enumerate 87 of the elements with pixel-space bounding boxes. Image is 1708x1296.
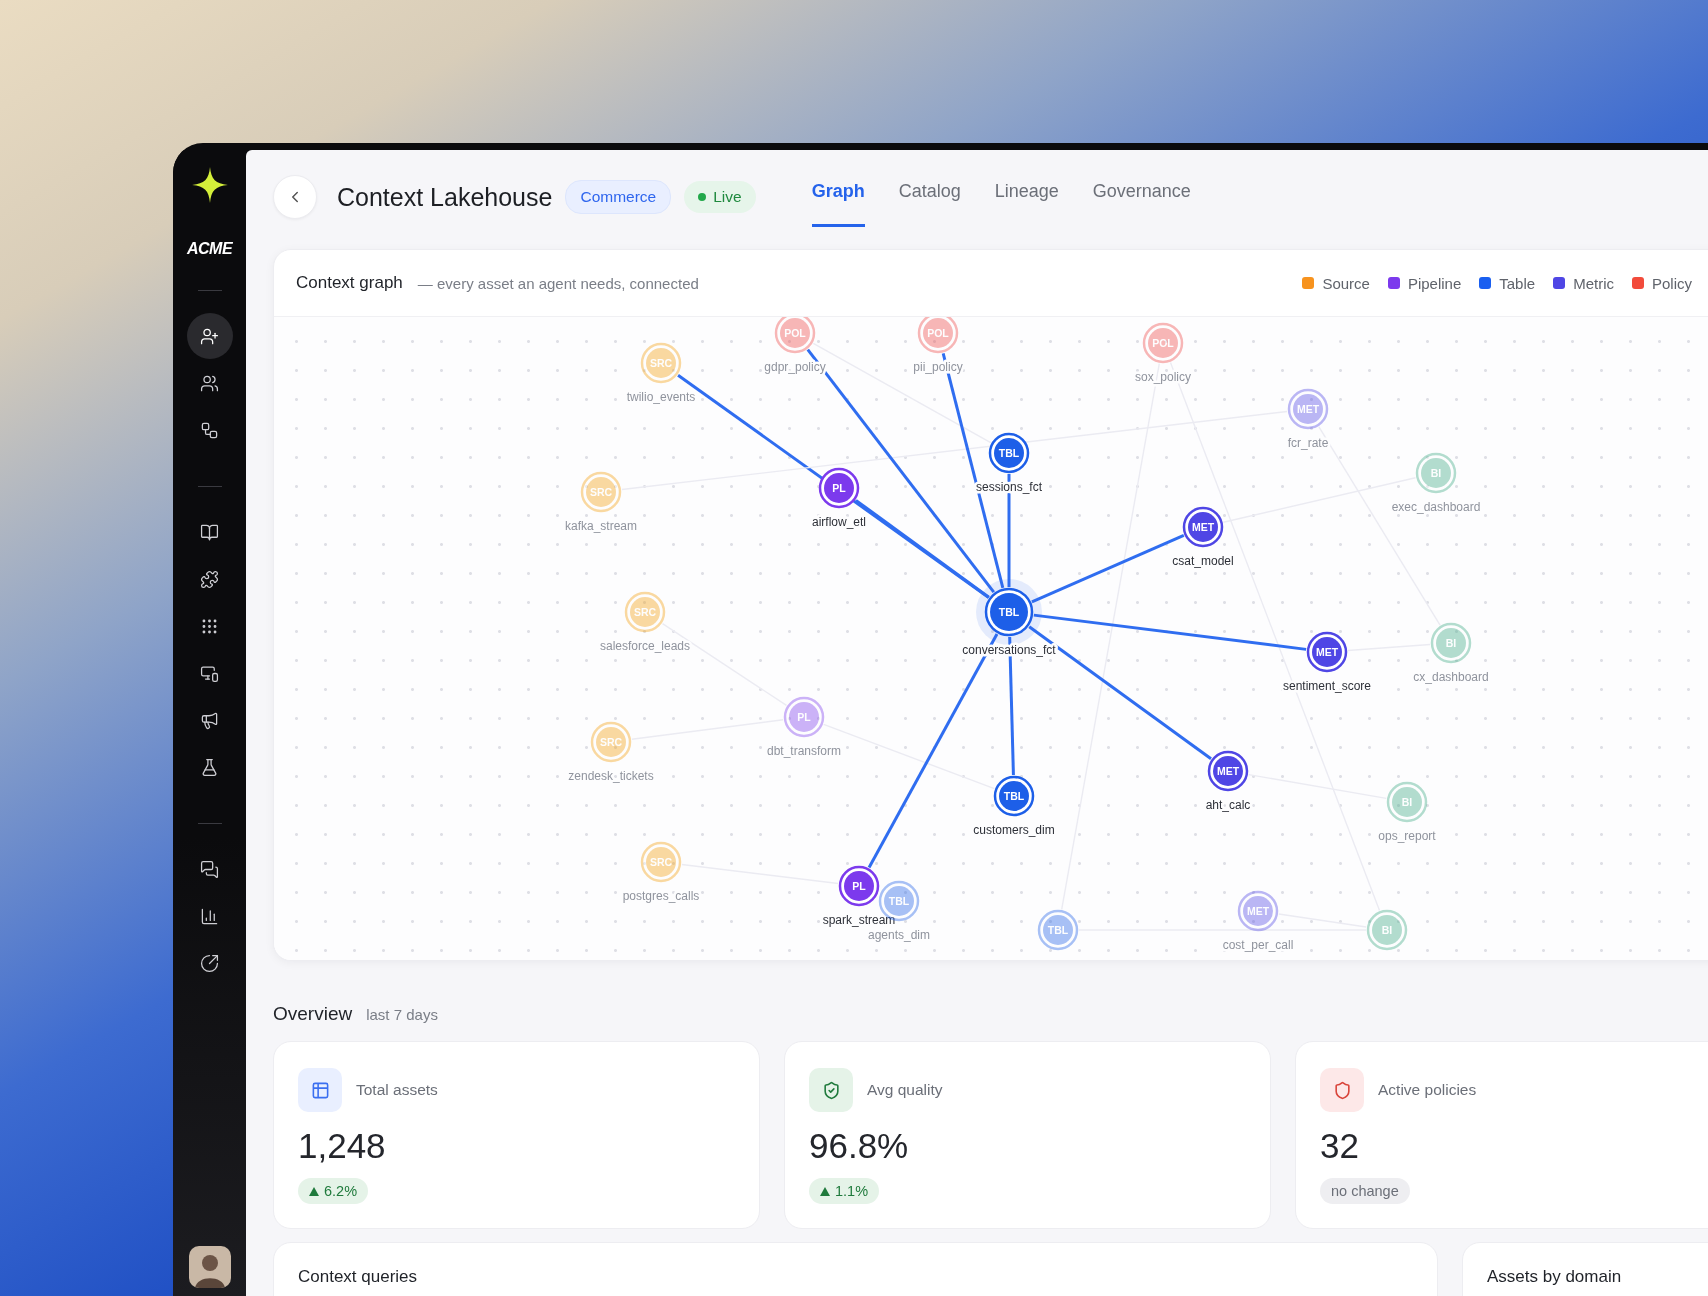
workflow-icon (200, 420, 219, 440)
stat-value: 32 (1320, 1126, 1359, 1166)
nav-button[interactable] (186, 313, 233, 359)
up-triangle-icon (309, 1186, 319, 1196)
period-label: last 7 days (366, 1006, 438, 1023)
chart-icon (200, 906, 219, 926)
node-label: cx_dashboard (1413, 670, 1489, 684)
graph-node[interactable]: MET (1287, 388, 1329, 430)
graph-node[interactable]: POL (917, 317, 959, 354)
book-icon (200, 522, 219, 542)
users-icon (200, 373, 219, 393)
graph-node[interactable]: BI (1430, 622, 1472, 664)
node-label: fcr_rate (1287, 436, 1329, 450)
graph-node[interactable]: SRC (590, 721, 632, 763)
node-label: postgres_calls (622, 889, 700, 903)
card-subtitle: — every asset an agent needs, connected (417, 274, 699, 292)
tab[interactable]: Graph (811, 177, 865, 227)
graph-node[interactable]: MET (1237, 890, 1279, 932)
graph-node[interactable]: MET (1207, 750, 1249, 792)
stat-value: 1,248 (298, 1126, 386, 1166)
node-label: sox_policy (1135, 370, 1191, 384)
megaphone-icon (200, 710, 219, 730)
node-label: agents_dim (868, 928, 930, 942)
graph-node[interactable]: PL (783, 696, 825, 738)
graph-node[interactable]: TBL (1037, 909, 1079, 951)
delta-badge: no change (1320, 1178, 1410, 1204)
graph-node[interactable]: MET (1182, 506, 1224, 548)
table-icon (310, 1080, 330, 1100)
stat-label: Total assets (356, 1081, 438, 1099)
tab[interactable]: Lineage (994, 177, 1059, 227)
node-label: kafka_stream (565, 519, 637, 533)
chat-icon (200, 859, 219, 879)
graph-node[interactable]: SRC (640, 841, 682, 883)
brand-name: ACME (186, 240, 233, 258)
page-title: Context Lakehouse (337, 182, 553, 212)
shield-icon (1332, 1080, 1352, 1100)
stat-label: Active policies (1378, 1081, 1477, 1099)
stat-label: Avg quality (867, 1081, 943, 1099)
node-label: sentiment_score (1283, 679, 1371, 693)
graph-node[interactable]: PL (818, 467, 860, 509)
panel-title: Context queries (298, 1267, 418, 1286)
node-label: ops_report (1378, 829, 1436, 843)
graph-node[interactable]: PL (838, 865, 880, 907)
graph-node[interactable]: POL (774, 317, 816, 354)
legend-label: Metric (1573, 274, 1614, 292)
node-label: airflow_etl (812, 515, 866, 529)
shield-check-icon (821, 1080, 841, 1100)
panel-title: Assets by domain (1487, 1267, 1622, 1286)
up-triangle-icon (820, 1186, 830, 1196)
graph-node[interactable]: BI (1366, 909, 1408, 951)
node-label: twilio_events (626, 390, 696, 404)
delta-badge: 1.1% (809, 1178, 880, 1204)
tab[interactable]: Governance (1092, 177, 1191, 227)
graph-node[interactable]: MET (1306, 631, 1348, 673)
graph-node[interactable]: TBL (976, 579, 1042, 645)
node-label: exec_dashboard (1391, 500, 1481, 514)
graph-node[interactable]: POL (1142, 322, 1184, 364)
user-plus-icon (200, 326, 219, 346)
avatar[interactable] (188, 1246, 231, 1288)
graph-node[interactable]: TBL (993, 775, 1035, 817)
node-label: dbt_transform (767, 744, 841, 758)
status-text: Live (713, 188, 742, 206)
graph-node[interactable]: BI (1415, 452, 1457, 494)
node-label: customers_dim (973, 823, 1055, 837)
node-label: zendesk_tickets (568, 769, 654, 783)
graph-node[interactable]: SRC (640, 342, 682, 384)
delta-badge: 6.2% (298, 1178, 369, 1204)
legend-label: Policy (1652, 274, 1692, 292)
graph-node[interactable]: TBL (988, 432, 1030, 474)
puzzle-icon (200, 569, 219, 589)
card-title: Context graph (296, 273, 403, 293)
node-label: cost_per_call (1222, 938, 1294, 952)
tab[interactable]: Catalog (898, 177, 961, 227)
node-label: aht_calc (1205, 798, 1251, 812)
graph-node[interactable]: SRC (580, 471, 622, 513)
domain-tag: Commerce (565, 180, 672, 214)
legend-label: Source (1322, 274, 1370, 292)
flask-icon (200, 757, 219, 777)
legend-label: Table (1499, 274, 1536, 292)
node-label: csat_model (1172, 554, 1234, 568)
section-title: Overview (273, 1003, 353, 1025)
stat-value: 96.8% (809, 1126, 909, 1166)
arrow-circle-icon (200, 953, 219, 973)
graph-node[interactable]: SRC (624, 591, 666, 633)
node-label: salesforce_leads (599, 639, 691, 653)
graph-node[interactable]: BI (1386, 781, 1428, 823)
legend-label: Pipeline (1407, 274, 1462, 292)
